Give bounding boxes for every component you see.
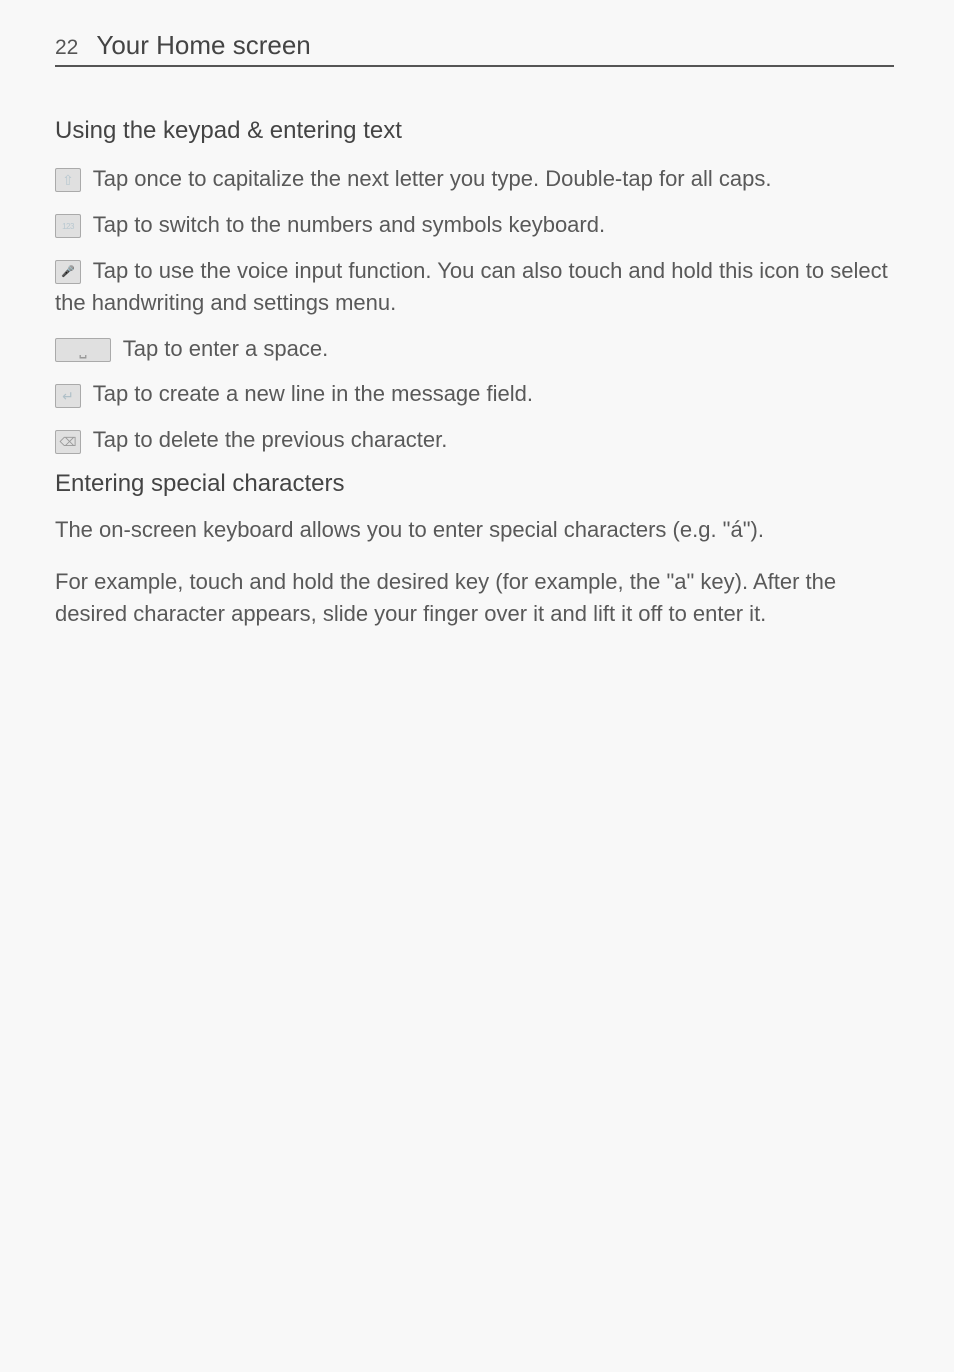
key-item-text: Tap to create a new line in the message … — [93, 381, 533, 406]
numbers-key-icon — [55, 214, 81, 238]
section-heading-keypad: Using the keypad & entering text — [55, 117, 894, 145]
shift-key-icon — [55, 168, 81, 192]
section-special-chars: Entering special characters The on-scree… — [55, 470, 894, 630]
delete-key-icon — [55, 430, 81, 454]
enter-key-icon — [55, 384, 81, 408]
section-heading-special-chars: Entering special characters — [55, 470, 894, 498]
section-keypad: Using the keypad & entering text Tap onc… — [55, 117, 894, 456]
key-item-delete: Tap to delete the previous character. — [55, 424, 894, 456]
body-paragraph: The on-screen keyboard allows you to ent… — [55, 514, 894, 546]
key-item-shift: Tap once to capitalize the next letter y… — [55, 163, 894, 195]
page-header: 22 Your Home screen — [55, 30, 894, 67]
key-item-text: Tap to switch to the numbers and symbols… — [93, 212, 605, 237]
key-item-voice: Tap to use the voice input function. You… — [55, 255, 894, 319]
key-item-enter: Tap to create a new line in the message … — [55, 378, 894, 410]
key-item-text: Tap once to capitalize the next letter y… — [93, 166, 772, 191]
key-item-numbers: Tap to switch to the numbers and symbols… — [55, 209, 894, 241]
key-item-text: Tap to use the voice input function. You… — [55, 258, 888, 315]
voice-input-key-icon — [55, 260, 81, 284]
page-number: 22 — [55, 36, 78, 60]
space-key-icon — [55, 338, 111, 362]
key-item-space: Tap to enter a space. — [55, 333, 894, 365]
key-item-text: Tap to delete the previous character. — [93, 427, 448, 452]
key-item-text: Tap to enter a space. — [123, 336, 328, 361]
body-paragraph: For example, touch and hold the desired … — [55, 566, 894, 630]
chapter-title: Your Home screen — [96, 30, 310, 61]
